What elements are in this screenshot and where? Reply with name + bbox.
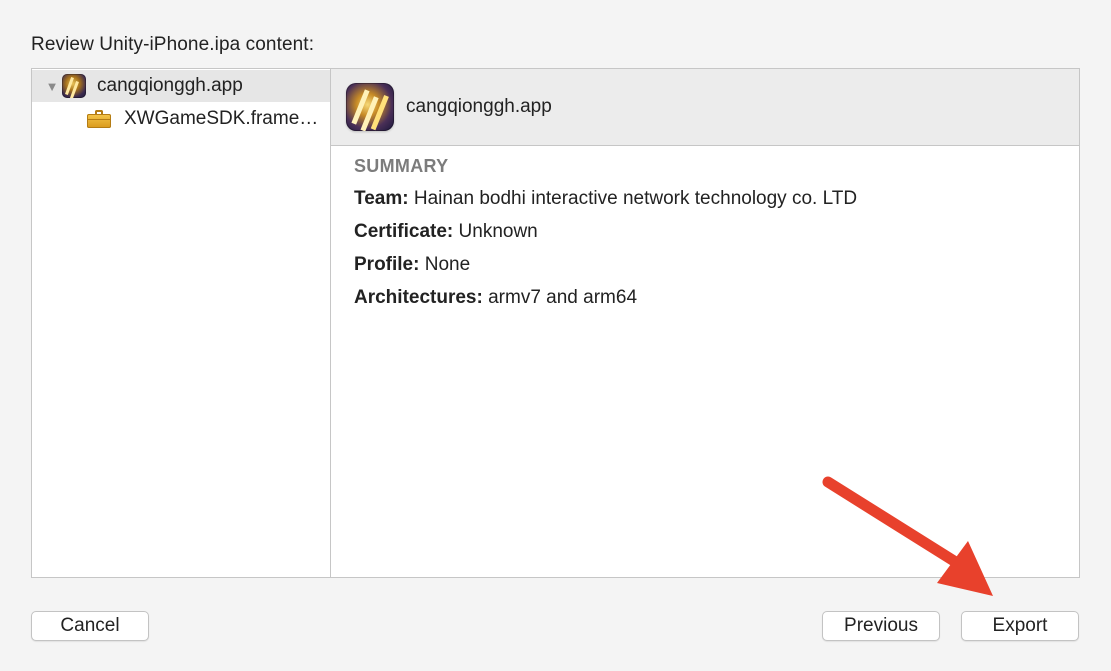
tree-item-app[interactable]: ▼ cangqionggh.app xyxy=(32,70,330,102)
summary-key: Team: xyxy=(354,188,409,209)
tree-item-framework[interactable]: XWGameSDK.frame… xyxy=(32,103,330,135)
summary-heading: SUMMARY xyxy=(354,156,449,176)
page-title: Review Unity-iPhone.ipa content: xyxy=(31,34,315,55)
summary-value: Hainan bodhi interactive network technol… xyxy=(413,188,858,209)
framework-briefcase-icon xyxy=(87,110,111,128)
summary-value: Unknown xyxy=(458,221,538,242)
summary-section: SUMMARY Team: Hainan bodhi interactive n… xyxy=(331,146,1079,320)
app-icon xyxy=(346,83,394,131)
summary-value: None xyxy=(424,254,471,275)
summary-row-team: Team: Hainan bodhi interactive network t… xyxy=(354,188,1079,221)
tree-item-label: cangqionggh.app xyxy=(97,75,243,96)
content-panel: ▼ cangqionggh.app XWGameSDK.frame… cangq… xyxy=(31,68,1080,578)
export-review-window: Review Unity-iPhone.ipa content: ▼ cangq… xyxy=(0,0,1111,671)
summary-row-certificate: Certificate: Unknown xyxy=(354,221,1079,254)
summary-key: Architectures: xyxy=(354,287,483,308)
summary-row-architectures: Architectures: armv7 and arm64 xyxy=(354,287,1079,320)
summary-value: armv7 and arm64 xyxy=(488,287,638,308)
disclosure-triangle-icon[interactable]: ▼ xyxy=(42,79,62,94)
detail-title: cangqionggh.app xyxy=(406,96,552,117)
detail-header: cangqionggh.app xyxy=(331,69,1079,146)
detail-pane: cangqionggh.app SUMMARY Team: Hainan bod… xyxy=(331,69,1079,577)
summary-row-profile: Profile: None xyxy=(354,254,1079,287)
tree-item-label: XWGameSDK.frame… xyxy=(124,108,319,129)
summary-key: Profile: xyxy=(354,254,420,275)
app-icon xyxy=(62,74,86,98)
content-tree-sidebar: ▼ cangqionggh.app XWGameSDK.frame… xyxy=(32,69,331,577)
previous-button[interactable]: Previous xyxy=(822,611,940,641)
export-button[interactable]: Export xyxy=(961,611,1079,641)
summary-key: Certificate: xyxy=(354,221,454,242)
cancel-button[interactable]: Cancel xyxy=(31,611,149,641)
